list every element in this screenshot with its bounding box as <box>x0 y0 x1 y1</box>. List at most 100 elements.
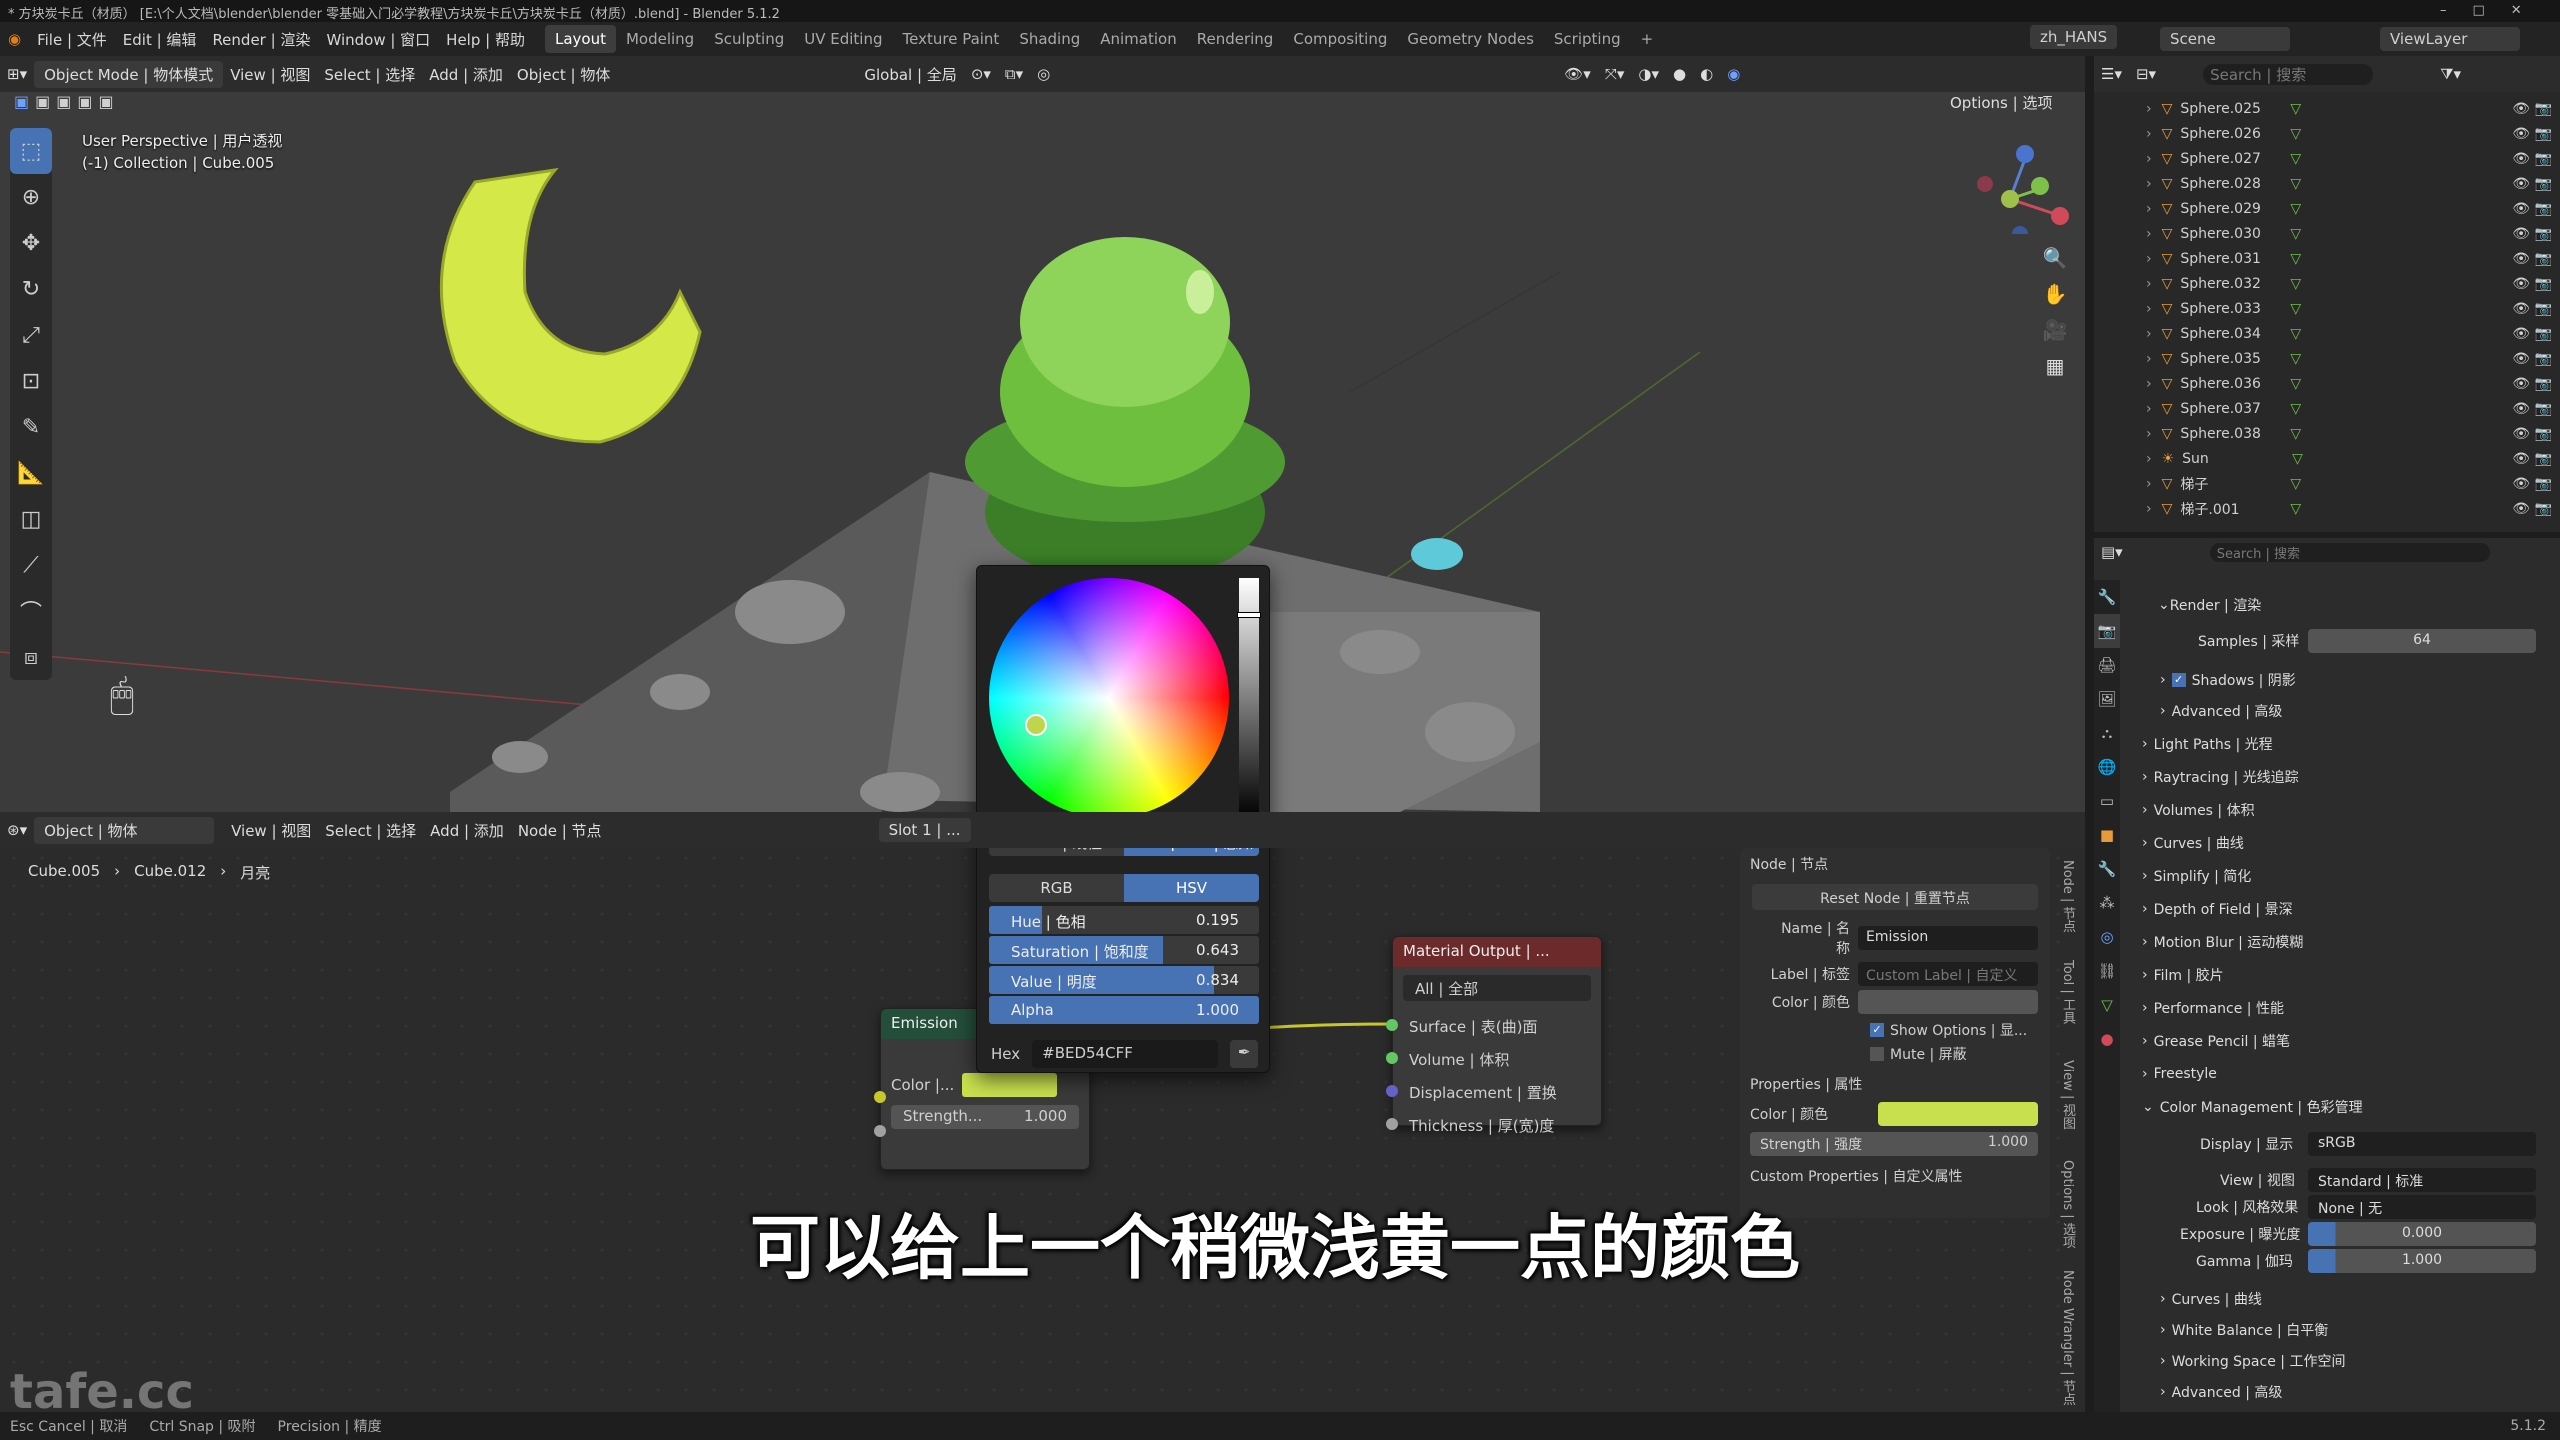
viewport-menu-view[interactable]: View | 视图 <box>223 64 317 85</box>
cm-subsection-row[interactable]: › Working Space | 工作空间 <box>2160 1348 2345 1374</box>
show-options-checkbox[interactable]: ✓ <box>1870 1023 1884 1037</box>
render-camera-icon[interactable]: 📷 <box>2535 501 2552 517</box>
render-subsection-row[interactable]: › Curves | 曲线 <box>2142 830 2244 856</box>
exposure-field[interactable]: 0.000 <box>2308 1222 2536 1246</box>
menu-file[interactable]: File | 文件 <box>29 29 115 50</box>
saturation-slider[interactable]: Saturation | 饱和度 0.643 <box>989 936 1259 964</box>
expand-arrow-icon[interactable]: › <box>2146 276 2152 292</box>
select-subtract-icon[interactable]: ▣ <box>56 92 71 116</box>
material-output-node[interactable]: Material Output | ... All | 全部 Surface |… <box>1386 936 1602 1135</box>
wheel-cursor[interactable] <box>1025 714 1047 736</box>
shading-material-icon[interactable]: ◐ <box>1693 65 1720 83</box>
node-menu-view[interactable]: View | 视图 <box>224 820 318 841</box>
zoom-icon[interactable]: 🔍 <box>2037 240 2073 276</box>
node-menu-add[interactable]: Add | 添加 <box>423 820 511 841</box>
viewport-menu-object[interactable]: Object | 物体 <box>510 64 617 85</box>
cursor-icon[interactable]: ⊕ <box>10 174 52 220</box>
outliner-row[interactable]: › ▽ Sphere.027 ▽ 👁 📷 <box>2094 146 2560 171</box>
snap-icon[interactable]: ⧉▾ <box>998 65 1030 83</box>
render-subsection-row[interactable]: › Freestyle <box>2142 1061 2217 1087</box>
properties-search-input[interactable]: Search | 搜索 <box>2209 542 2490 562</box>
scene-selector[interactable]: Scene <box>2160 27 2290 51</box>
render-camera-icon[interactable]: 📷 <box>2535 151 2552 167</box>
collection-props-icon[interactable]: ▭ <box>2094 784 2120 818</box>
sidetab-node[interactable]: Node | 节点 <box>2058 860 2077 933</box>
annotate-icon[interactable]: ✎ <box>10 404 52 450</box>
properties-type-icon[interactable]: ▤▾ <box>2094 543 2130 561</box>
outliner-row[interactable]: › ▽ Sphere.028 ▽ 👁 📷 <box>2094 171 2560 196</box>
display-dropdown[interactable]: sRGB <box>2308 1132 2536 1156</box>
add-workspace-button[interactable]: + <box>1631 25 1664 53</box>
proportional-edit-icon[interactable]: ◎ <box>1030 65 1057 83</box>
expand-arrow-icon[interactable]: › <box>2146 151 2152 167</box>
expand-arrow-icon[interactable]: › <box>2146 426 2152 442</box>
render-camera-icon[interactable]: 📷 <box>2535 451 2552 467</box>
render-section-header[interactable]: ⌄ Render | 渲染 <box>2158 592 2261 618</box>
visibility-eye-icon[interactable]: 👁 <box>2512 276 2530 292</box>
blender-logo-icon[interactable]: ◉ <box>0 30 29 48</box>
data-props-icon[interactable]: ▽ <box>2094 988 2120 1022</box>
outliner-row[interactable]: › ▽ Sphere.038 ▽ 👁 📷 <box>2094 421 2560 446</box>
render-camera-icon[interactable]: 📷 <box>2535 101 2552 117</box>
value-slider-bar[interactable] <box>1237 578 1261 818</box>
visibility-eye-icon[interactable]: 👁 <box>2512 301 2530 317</box>
visibility-eye-icon[interactable]: 👁 <box>2512 151 2530 167</box>
expand-arrow-icon[interactable]: › <box>2146 351 2152 367</box>
node-section-header[interactable]: Node | 节点 <box>1740 848 2050 880</box>
mute-checkbox[interactable] <box>1870 1047 1884 1061</box>
filter-icon[interactable]: ⧩▾ <box>2433 65 2468 83</box>
tab-geometry-nodes[interactable]: Geometry Nodes <box>1397 25 1544 53</box>
prop-color-swatch[interactable] <box>1878 1102 2038 1126</box>
orientation-dropdown[interactable]: Global | 全局 <box>857 64 963 85</box>
render-camera-icon[interactable]: 📷 <box>2535 276 2552 292</box>
properties-section-header[interactable]: Properties | 属性 <box>1740 1064 2050 1098</box>
visibility-eye-icon[interactable]: 👁 <box>2512 401 2530 417</box>
slot-dropdown[interactable]: Slot 1 | ... <box>878 818 971 842</box>
cm-subsection-row[interactable]: › Curves | 曲线 <box>2160 1286 2262 1312</box>
outliner-row[interactable]: › ▽ Sphere.030 ▽ 👁 📷 <box>2094 221 2560 246</box>
expand-arrow-icon[interactable]: › <box>2146 451 2152 467</box>
render-subsection-row[interactable]: › Volumes | 体积 <box>2142 797 2255 823</box>
expand-arrow-icon[interactable]: › <box>2146 251 2152 267</box>
menu-help[interactable]: Help | 帮助 <box>438 29 533 50</box>
output-props-icon[interactable]: 🖨 <box>2094 648 2120 682</box>
reset-node-button[interactable]: Reset Node | 重置节点 <box>1752 884 2038 910</box>
outliner-row[interactable]: › ▽ Sphere.033 ▽ 👁 📷 <box>2094 296 2560 321</box>
transform-icon[interactable]: ⊡ <box>10 358 52 404</box>
breadcrumb-object[interactable]: Cube.005 <box>28 862 100 883</box>
visibility-eye-icon[interactable]: 👁 <box>2512 251 2530 267</box>
node-color-field[interactable] <box>1858 990 2038 1014</box>
color-input-socket[interactable] <box>874 1091 886 1103</box>
render-camera-icon[interactable]: 📷 <box>2535 176 2552 192</box>
output-target-dropdown[interactable]: All | 全部 <box>1403 975 1591 1001</box>
breadcrumb-mesh[interactable]: Cube.012 <box>134 862 206 883</box>
outliner-row[interactable]: › ▽ Sphere.037 ▽ 👁 📷 <box>2094 396 2560 421</box>
node-name-input[interactable]: Emission <box>1858 926 2038 950</box>
render-camera-icon[interactable]: 📷 <box>2535 351 2552 367</box>
object-mode-dropdown[interactable]: Object Mode | 物体模式 <box>34 60 224 88</box>
outliner-row[interactable]: › ▽ Sphere.025 ▽ 👁 📷 <box>2094 96 2560 121</box>
menu-edit[interactable]: Edit | 编辑 <box>115 29 205 50</box>
expand-arrow-icon[interactable]: › <box>2146 476 2152 492</box>
cm-subsection-row[interactable]: › Advanced | 高级 <box>2160 1379 2282 1405</box>
pivot-icon[interactable]: ⊙▾ <box>964 65 998 83</box>
outliner-row[interactable]: › ☀ Sun ▽ 👁 📷 <box>2094 446 2560 471</box>
minimize-button[interactable]: – <box>2440 3 2447 22</box>
view-layer-props-icon[interactable]: 🖼 <box>2094 682 2120 716</box>
tab-sculpting[interactable]: Sculpting <box>704 25 794 53</box>
display-mode-icon[interactable]: ⊟▾ <box>2129 65 2163 83</box>
tab-texture-paint[interactable]: Texture Paint <box>893 25 1010 53</box>
hue-slider[interactable]: Hue | 色相 0.195 <box>989 906 1259 934</box>
render-subsection-row[interactable]: › Motion Blur | 运动模糊 <box>2142 929 2303 955</box>
expand-arrow-icon[interactable]: › <box>2146 201 2152 217</box>
outliner-row[interactable]: › ▽ 梯子.001 ▽ 👁 📷 <box>2094 496 2560 521</box>
menu-render[interactable]: Render | 渲染 <box>204 29 318 50</box>
render-camera-icon[interactable]: 📷 <box>2535 226 2552 242</box>
render-camera-icon[interactable]: 📷 <box>2535 301 2552 317</box>
render-camera-icon[interactable]: 📷 <box>2535 326 2552 342</box>
samples-field[interactable]: 64 <box>2308 629 2536 653</box>
select-extend-icon[interactable]: ▣ <box>35 92 50 116</box>
visibility-eye-icon[interactable]: 👁 <box>2512 226 2530 242</box>
emission-color-swatch[interactable] <box>962 1073 1058 1097</box>
expand-arrow-icon[interactable]: › <box>2146 126 2152 142</box>
